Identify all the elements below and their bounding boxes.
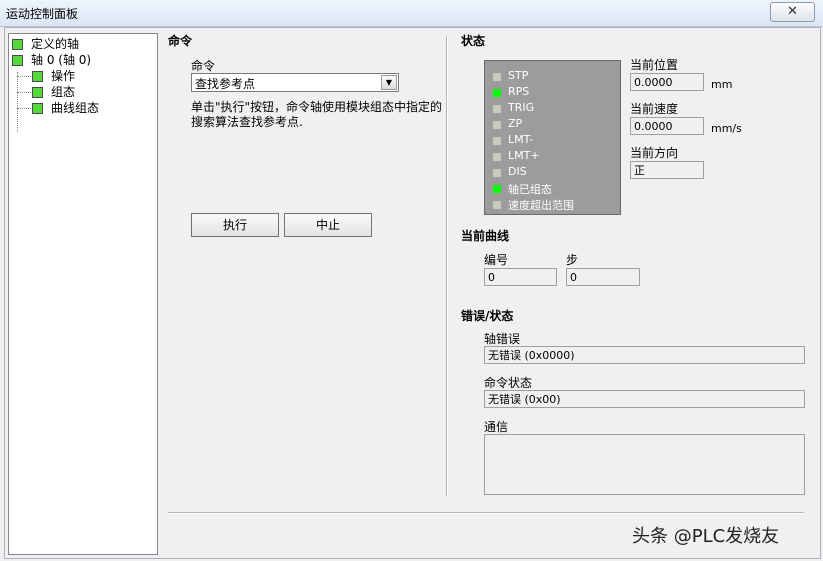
tree-item-label: 轴 0 (轴 0) [31,53,92,67]
title-bar: 运动控制面板 ✕ [0,0,823,27]
command-description-line: 搜索算法查找参考点. [191,115,303,129]
execute-button[interactable]: 执行 [191,213,279,237]
current-direction-field: 正 [630,161,704,179]
tree-item-label: 组态 [51,85,76,99]
node-icon [32,87,43,98]
communication-field [484,434,805,495]
led-off-indicator [493,137,501,145]
axis-error-label: 轴错误 [484,332,521,346]
curve-number-label: 编号 [484,253,509,267]
led-label: ZP [508,117,523,130]
led-label: TRIG [508,101,535,114]
led-label: 速度超出范围 [508,199,574,212]
tree-connector [17,76,33,77]
curve-section-title: 当前曲线 [461,229,510,243]
led-label: DIS [508,165,527,178]
command-description-line: 单击"执行"按钮，命令轴使用模块组态中指定的 [191,100,443,114]
led-label: LMT- [508,133,534,146]
led-off-indicator [493,73,501,81]
tree-connector [17,72,18,132]
current-speed-field: 0.0000 [630,117,704,135]
tree-item-label: 定义的轴 [31,37,80,51]
speed-unit: mm/s [711,122,742,135]
led-off-indicator [493,153,501,161]
current-position-label: 当前位置 [630,58,679,72]
curve-step-label: 步 [566,253,579,267]
errors-section-title: 错误/状态 [461,309,514,323]
led-label: RPS [508,85,530,98]
current-position-field: 0.0000 [630,73,704,91]
command-field-label: 命令 [191,59,216,73]
tree-connector [17,108,33,109]
led-off-indicator [493,169,501,177]
tree-connector [17,92,33,93]
close-icon: ✕ [787,4,798,19]
curve-step-field: 0 [566,268,640,286]
tree-item-label: 操作 [51,69,76,83]
current-direction-label: 当前方向 [630,146,679,160]
axis-tree[interactable]: 定义的轴 轴 0 (轴 0) 操作 组态 曲线组态 [8,33,158,555]
watermark-text: 头条 @PLC发烧友 [632,526,780,547]
curve-number-field: 0 [484,268,557,286]
node-icon [32,71,43,82]
node-icon [12,55,23,66]
status-led-panel: STP RPS TRIG ZP LMT- LMT+ DIS 轴已组态速度超出范围 [484,60,621,215]
vertical-divider [446,36,448,496]
status-section-title: 状态 [461,34,486,48]
command-status-label: 命令状态 [484,376,533,390]
command-status-field: 无错误 (0x00) [484,390,805,408]
led-off-indicator [493,105,501,113]
close-button[interactable]: ✕ [770,2,815,22]
axis-error-field: 无错误 (0x0000) [484,346,805,364]
tree-item-label: 曲线组态 [51,101,100,115]
led-off-indicator [493,201,501,209]
abort-button[interactable]: 中止 [284,213,372,237]
node-icon [32,103,43,114]
led-on-indicator [493,89,501,97]
node-icon [12,39,23,50]
bottom-divider [168,512,804,514]
led-label: STP [508,69,529,82]
position-unit: mm [711,78,733,91]
current-speed-label: 当前速度 [630,102,679,116]
led-label: 轴已组态 [508,183,552,196]
led-on-indicator [493,185,501,193]
command-section-title: 命令 [168,34,193,48]
command-description: 单击"执行"按钮，命令轴使用模块组态中指定的 搜索算法查找参考点. [191,100,442,130]
command-select[interactable]: 查找参考点 ▼ [191,73,399,92]
led-label: LMT+ [508,149,540,162]
communication-label: 通信 [484,420,509,434]
chevron-down-icon[interactable]: ▼ [381,75,397,90]
window-title: 运动控制面板 [6,7,79,21]
command-select-value: 查找参考点 [195,77,256,91]
led-off-indicator [493,121,501,129]
